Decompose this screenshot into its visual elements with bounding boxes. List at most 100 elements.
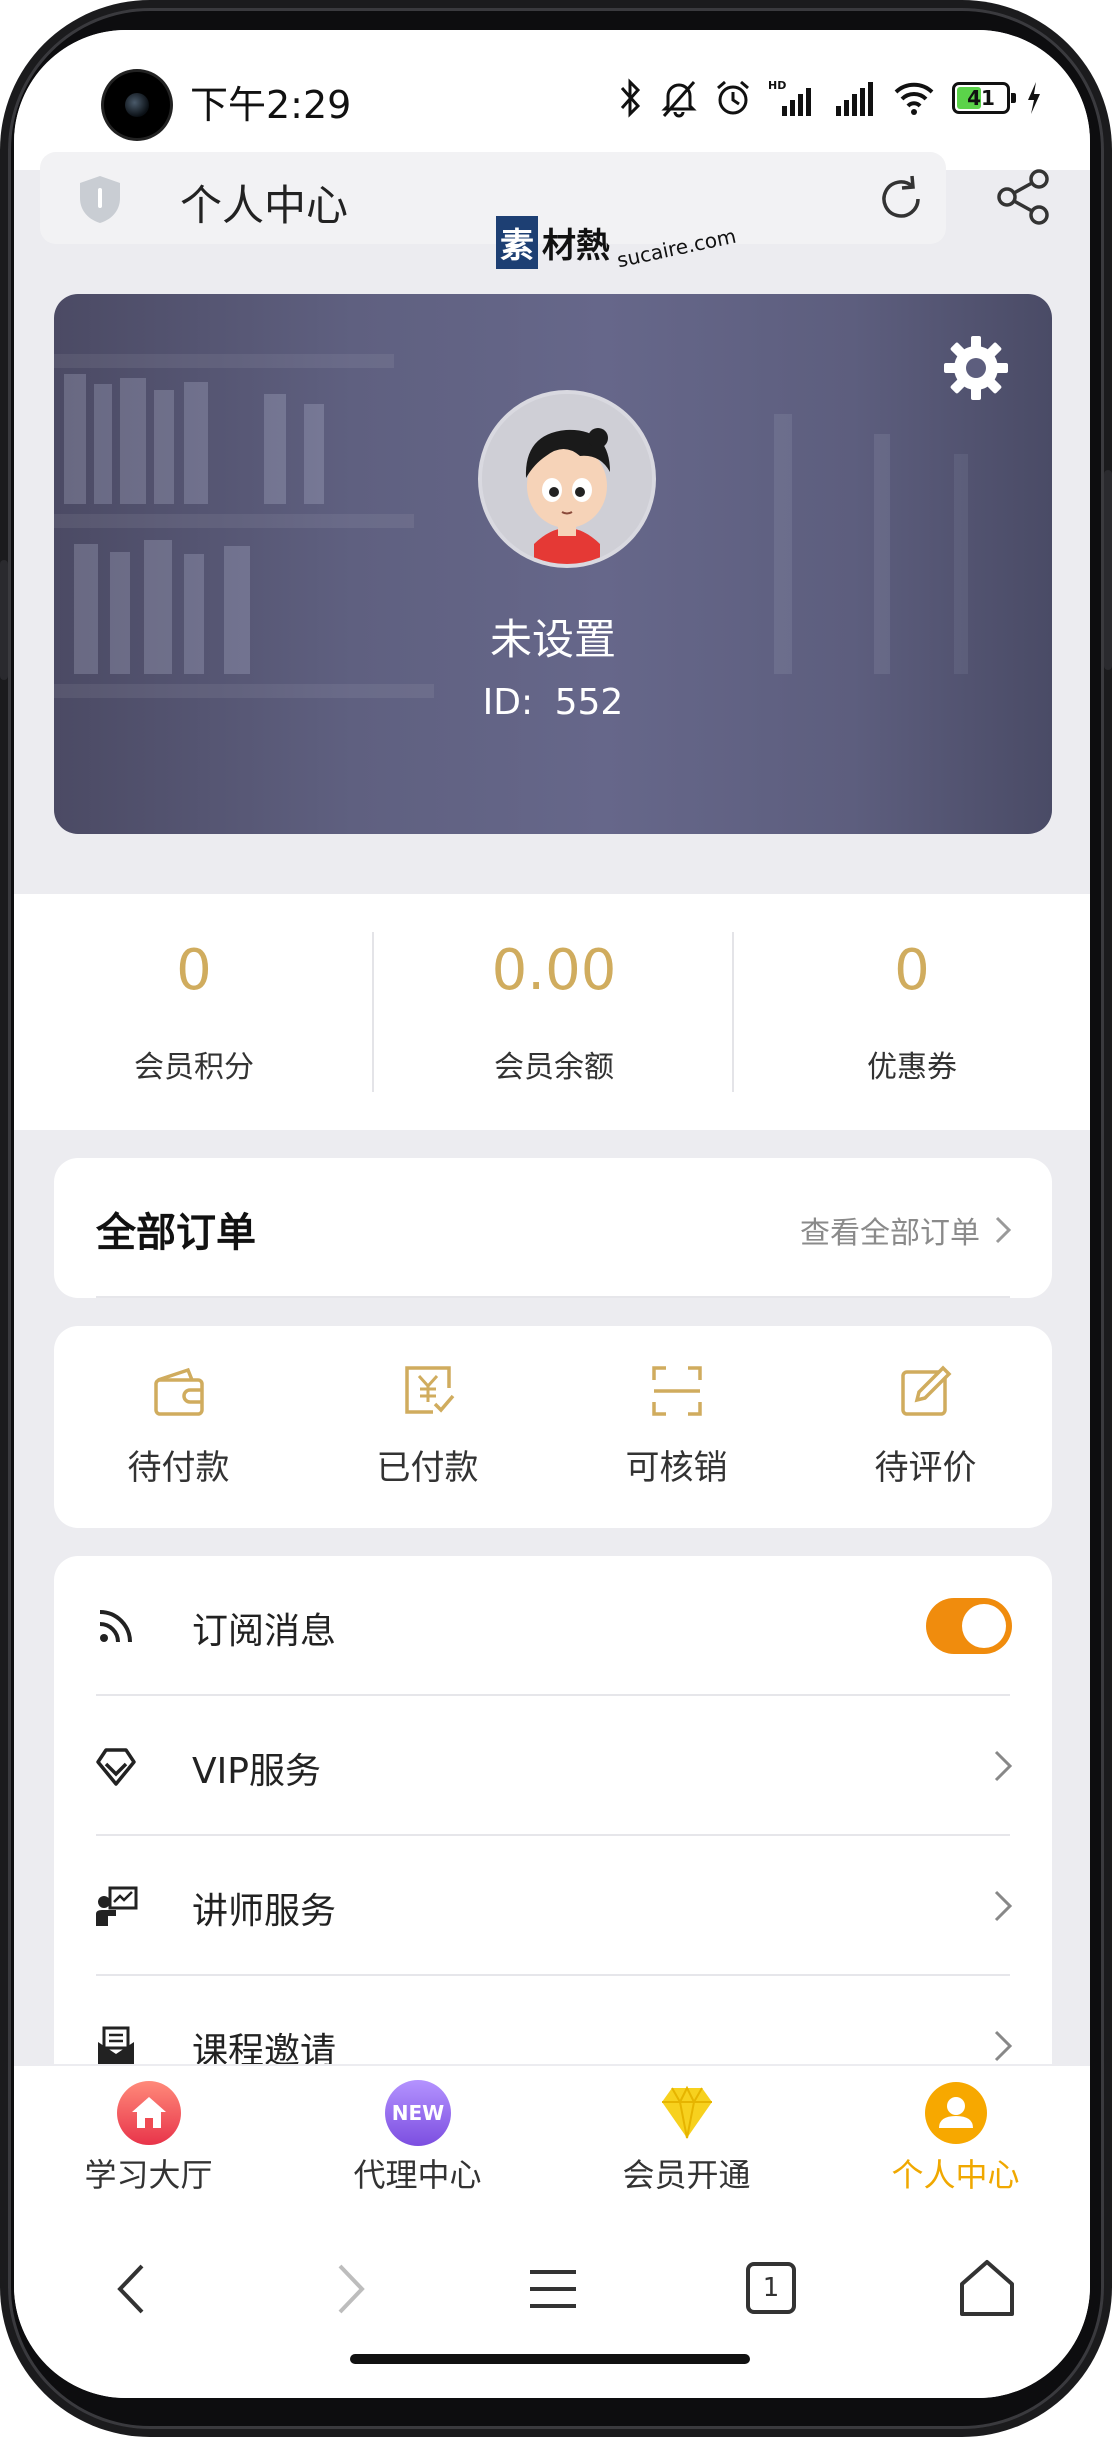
order-label: 可核销 (625, 1448, 728, 1488)
view-all-orders-label: 查看全部订单 (800, 1216, 980, 1251)
tabs-icon: 1 (746, 2262, 796, 2314)
page-title: 个人中心 (180, 181, 349, 230)
stat-label: 优惠券 (867, 1050, 957, 1085)
divider (96, 1296, 1010, 1298)
address-bar[interactable]: 个人中心 (40, 152, 946, 244)
profile-card: 未设置 ID: 552 (54, 294, 1052, 834)
view-all-orders-link[interactable]: 查看全部订单 (800, 1208, 1012, 1252)
scan-icon (652, 1366, 702, 1416)
home-icon[interactable] (952, 2254, 1022, 2324)
charging-icon (1028, 82, 1040, 114)
user-id-label: ID: (482, 682, 534, 723)
toggle-knob (962, 1604, 1006, 1648)
tab-count: 1 (762, 2273, 780, 2303)
forward-icon[interactable] (314, 2254, 384, 2324)
order-status-grid: 待付款 已付款 可核销 待评价 (54, 1326, 1052, 1528)
tab-membership[interactable]: 会员开通 (552, 2066, 821, 2206)
share-icon[interactable] (994, 168, 1052, 226)
menu-item-vip[interactable]: VIP服务 (54, 1696, 1052, 1836)
tab-personal-center[interactable]: 个人中心 (821, 2066, 1090, 2206)
order-label: 已付款 (376, 1448, 479, 1488)
order-label: 待评价 (874, 1448, 977, 1488)
front-camera (104, 72, 170, 138)
watermark: 素 材熱 sucaire.com (496, 216, 739, 272)
user-nickname: 未设置 (489, 615, 616, 664)
chevron-right-icon (994, 1890, 1013, 1922)
tab-agent-center[interactable]: NEW 代理中心 (283, 2066, 552, 2206)
stat-points[interactable]: 0 会员积分 (14, 894, 374, 1130)
shield-icon[interactable] (76, 174, 124, 224)
side-button (0, 560, 8, 680)
signal-hd-icon: HD (768, 79, 811, 116)
stat-value: 0.00 (491, 938, 617, 1003)
order-label: 待付款 (127, 1448, 230, 1488)
menu-label: 订阅消息 (192, 1611, 337, 1652)
user-icon (925, 2082, 987, 2144)
menu-item-lecturer[interactable]: 讲师服务 (54, 1836, 1052, 1976)
stat-label: 会员余额 (494, 1050, 614, 1085)
watermark-url: sucaire.com (614, 223, 739, 272)
tab-label: 学习大厅 (84, 2156, 213, 2194)
svg-text:HD: HD (768, 79, 786, 92)
new-badge-text: NEW (391, 2101, 445, 2125)
mail-icon (98, 2026, 134, 2064)
battery-level: 41 (967, 86, 995, 110)
avatar[interactable] (478, 390, 656, 568)
refresh-icon[interactable] (874, 172, 928, 226)
stat-value: 0 (894, 938, 930, 1003)
orders-title: 全部订单 (96, 1210, 256, 1256)
back-icon[interactable] (98, 2254, 168, 2324)
avatar-illustration (482, 394, 652, 564)
home-icon (117, 2081, 181, 2145)
side-button (1104, 470, 1112, 670)
subscribe-toggle[interactable] (926, 1598, 1012, 1654)
bell-muted-icon (661, 81, 697, 118)
status-icons: HD 41 (618, 74, 1042, 122)
wifi-icon (894, 82, 934, 115)
menu-label: 讲师服务 (192, 1891, 337, 1932)
tab-study-hall[interactable]: 学习大厅 (14, 2066, 283, 2206)
watermark-box: 素 (496, 216, 538, 269)
stat-value: 0 (176, 938, 212, 1003)
wallet-icon (154, 1367, 204, 1416)
chevron-right-icon (994, 2030, 1013, 2062)
order-paid[interactable]: 已付款 (303, 1326, 552, 1528)
status-bar: 下午2:29 HD 41 (14, 30, 1090, 170)
phone-device: 下午2:29 HD 41 个人中心 素 材熱 sucaire.com 未设置 I… (0, 0, 1112, 2437)
screen: 下午2:29 HD 41 个人中心 素 材熱 sucaire.com 未设置 I… (14, 30, 1090, 2398)
browser-navigation: 1 (14, 2204, 1090, 2398)
alarm-icon (717, 80, 749, 115)
stat-coupons[interactable]: 0 优惠券 (734, 894, 1090, 1130)
chevron-right-icon (995, 1216, 1012, 1244)
order-redeemable[interactable]: 可核销 (552, 1326, 801, 1528)
edit-review-icon (901, 1365, 952, 1416)
orders-header: 全部订单 查看全部订单 (54, 1158, 1052, 1298)
battery-icon: 41 (952, 82, 1016, 114)
tab-label: 会员开通 (622, 2156, 751, 2194)
menu-item-subscribe[interactable]: 订阅消息 (54, 1556, 1052, 1696)
diamond-icon (96, 1748, 136, 1786)
user-id-value: 552 (554, 682, 624, 723)
watermark-text: 材熱 (542, 226, 610, 266)
status-time: 下午2:29 (190, 83, 352, 127)
member-stats: 0 会员积分 0.00 会员余额 0 优惠券 (14, 894, 1090, 1130)
lecturer-icon (96, 1886, 138, 1926)
bluetooth-icon (620, 78, 641, 118)
tab-label: 代理中心 (353, 2156, 482, 2194)
user-id: ID: 552 (54, 682, 1052, 723)
gear-icon[interactable] (940, 332, 1012, 404)
stat-balance[interactable]: 0.00 会员余额 (374, 894, 734, 1130)
home-indicator[interactable] (350, 2354, 750, 2364)
menu-label: VIP服务 (192, 1751, 321, 1792)
rss-icon (99, 1610, 132, 1643)
tab-label: 个人中心 (891, 2156, 1020, 2194)
menu-icon[interactable] (518, 2254, 588, 2324)
order-pending-review[interactable]: 待评价 (801, 1326, 1050, 1528)
order-pending-payment[interactable]: 待付款 (54, 1326, 303, 1528)
signal-icon (836, 82, 873, 116)
diamond-icon (662, 2085, 712, 2139)
chevron-right-icon (994, 1750, 1013, 1782)
bottom-tab-bar: 学习大厅 NEW 代理中心 会员开通 个人中心 (14, 2064, 1090, 2204)
tabs-button[interactable]: 1 (736, 2254, 806, 2324)
stat-label: 会员积分 (134, 1050, 254, 1085)
